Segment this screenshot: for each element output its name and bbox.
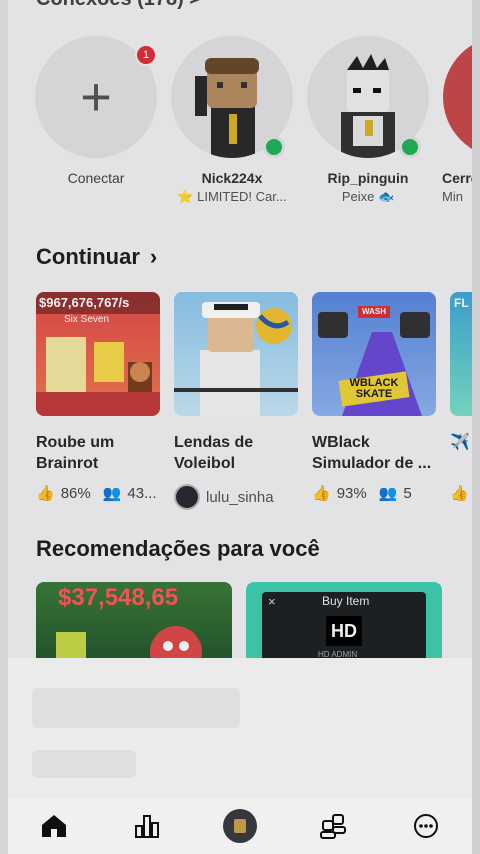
game-title: Lendas de Voleibol [174, 434, 254, 472]
game-art-icon [36, 337, 160, 416]
friend-item[interactable]: Cerre Min [442, 36, 472, 205]
players-icon: 👥 [378, 485, 398, 502]
game-art-icon [174, 302, 298, 416]
nav-home[interactable] [34, 806, 74, 846]
thumbs-up-icon: 👍 [312, 485, 331, 502]
friend-status: Min [442, 189, 463, 204]
thumbnail-text: FL [454, 296, 469, 310]
game-stats: 👍 [450, 484, 472, 502]
connect-label: Conectar [67, 170, 125, 186]
rating-value: 86% [60, 484, 91, 502]
hd-logo: HD [326, 616, 362, 646]
nav-friends[interactable] [313, 806, 353, 846]
friend-name: Nick224x [201, 170, 263, 186]
bottom-navbar [8, 798, 472, 854]
game-stats: 👍 93% 👥 5 [312, 484, 436, 503]
notification-badge: 1 [135, 44, 157, 66]
home-screen: Conexões (178) > + 1 Conectar [8, 0, 472, 854]
connections-header[interactable]: Conexões (178) > [36, 0, 201, 11]
buy-item-header: Buy Item [322, 594, 370, 608]
nav-charts[interactable] [127, 806, 167, 846]
game-card[interactable]: Lendas de Voleibol lulu_sinha [174, 292, 298, 510]
recommendations-title: Recomendações para você [36, 536, 320, 561]
thumbnail-sign: WASH [362, 307, 386, 316]
game-title: ✈️ um [450, 434, 472, 451]
creator-avatar [174, 484, 200, 510]
creator-name: lulu_sinha [206, 488, 274, 506]
game-title: WBlack Simulador de ... [312, 434, 432, 472]
chevron-right-icon: › [149, 244, 158, 269]
game-thumbnail[interactable]: $967,676,767/s Six Seven [36, 292, 160, 416]
more-icon [413, 814, 438, 838]
rating-value: 93% [336, 484, 367, 502]
friend-status: Peixe 🐟 [341, 189, 395, 204]
close-icon[interactable]: × [268, 594, 276, 609]
players-icon: 👥 [102, 485, 122, 502]
avatar-figure-icon [443, 36, 472, 158]
recommendations-section-title[interactable]: Recomendações para você [36, 536, 320, 562]
game-card[interactable]: WASH WBLACK SKATE WBlack Simulador de ..… [312, 292, 436, 510]
game-thumbnail[interactable]: FL [450, 292, 472, 416]
friend-avatar[interactable] [443, 36, 472, 158]
game-thumbnail[interactable]: WASH WBLACK SKATE [312, 292, 436, 416]
charts-icon [135, 815, 160, 838]
friend-item[interactable]: Nick224x ⭐ LIMITED! Car... [170, 36, 294, 205]
skeleton-line [32, 688, 240, 728]
players-value: 5 [403, 484, 412, 502]
connect-item[interactable]: + 1 Conectar [34, 36, 158, 205]
continue-title: Continuar [36, 244, 140, 269]
thumbs-up-icon: 👍 [36, 485, 55, 502]
connections-row: + 1 Conectar Nick224x ⭐ LIMITED! Car... … [34, 36, 472, 205]
game-card[interactable]: FL ✈️ um 👍 [450, 292, 472, 510]
friend-item[interactable]: Rip_pinguin Peixe 🐟 [306, 36, 430, 205]
game-creator: lulu_sinha [174, 484, 298, 510]
online-indicator [399, 136, 421, 158]
game-card[interactable]: $967,676,767/s Six Seven Roube um Brainr… [36, 292, 160, 510]
thumbs-up-icon: 👍 [450, 485, 469, 502]
online-indicator [263, 136, 285, 158]
friend-name: Cerre [442, 170, 472, 186]
game-title: Roube um Brainrot [36, 434, 115, 472]
game-thumbnail[interactable] [174, 292, 298, 416]
avatar-icon [222, 809, 257, 843]
players-value: 43... [127, 484, 157, 502]
continue-section-title[interactable]: Continuar › [36, 244, 157, 270]
skeleton-line [32, 750, 136, 778]
friend-name: Rip_pinguin [327, 170, 409, 186]
thumbnail-text: WBLACK SKATE [349, 377, 399, 400]
friend-status: ⭐ LIMITED! Car... [177, 189, 287, 204]
home-icon [42, 815, 67, 837]
nav-avatar[interactable] [220, 806, 260, 846]
friends-icon [319, 814, 346, 839]
screen-edge [472, 0, 480, 854]
nav-more[interactable] [406, 806, 446, 846]
game-stats: 👍 86% 👥 43... [36, 484, 160, 503]
continue-games-row: $967,676,767/s Six Seven Roube um Brainr… [36, 292, 472, 510]
